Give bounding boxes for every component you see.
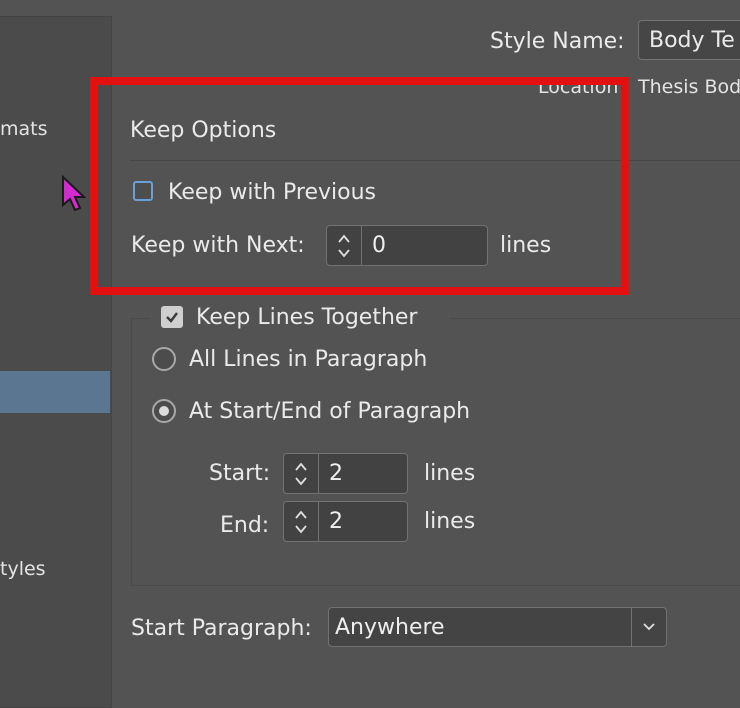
up-down-arrows-icon	[295, 510, 307, 533]
end-stepper[interactable]: 2	[283, 501, 408, 542]
start-value[interactable]: 2	[319, 454, 407, 493]
highlight-box	[90, 77, 629, 295]
radio-selected-dot	[159, 406, 169, 416]
style-name-field[interactable]: Body Te	[638, 20, 740, 60]
start-stepper[interactable]: 2	[283, 453, 408, 494]
start-paragraph-label: Start Paragraph:	[131, 616, 312, 641]
chevron-down-icon	[643, 623, 655, 631]
style-name-label: Style Name:	[490, 29, 625, 54]
start-label: Start:	[209, 461, 271, 486]
location-value: Thesis Bod	[638, 76, 740, 98]
start-end-label[interactable]: At Start/End of Paragraph	[189, 399, 470, 424]
start-paragraph-value: Anywhere	[335, 614, 445, 640]
style-name-value: Body Te	[649, 28, 735, 53]
end-value[interactable]: 2	[319, 502, 407, 541]
stepper-buttons[interactable]	[284, 502, 319, 541]
start-paragraph-dropdown[interactable]: Anywhere	[328, 607, 667, 647]
cursor-icon	[62, 175, 86, 212]
up-down-arrows-icon	[295, 462, 307, 485]
dropdown-button[interactable]	[631, 608, 666, 646]
sidebar-item-formats[interactable]: mats	[0, 118, 48, 140]
checkmark-icon	[166, 312, 178, 323]
sidebar-item-selected[interactable]	[0, 371, 110, 413]
keep-lines-together-checkbox[interactable]	[161, 306, 183, 328]
keep-lines-together-label[interactable]: Keep Lines Together	[196, 305, 417, 330]
stepper-buttons[interactable]	[284, 454, 319, 493]
start-end-radio[interactable]	[152, 399, 176, 423]
start-unit: lines	[424, 461, 476, 486]
all-lines-label[interactable]: All Lines in Paragraph	[189, 347, 427, 372]
all-lines-radio[interactable]	[152, 347, 176, 371]
end-label: End:	[220, 513, 270, 538]
sidebar-item-styles[interactable]: tyles	[0, 558, 46, 580]
end-unit: lines	[424, 509, 476, 534]
